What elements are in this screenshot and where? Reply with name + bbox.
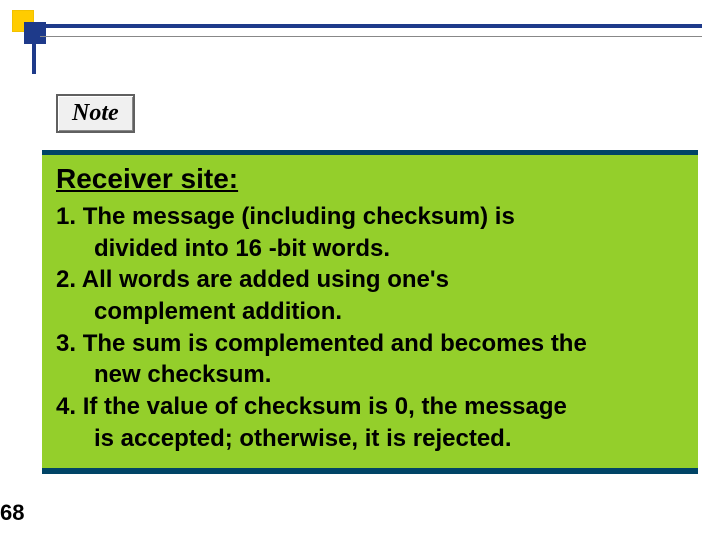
rule-tick: [32, 28, 36, 74]
rule-thick: [40, 24, 702, 28]
list-item: 1. The message (including checksum) is d…: [56, 201, 684, 264]
item-text-cont: new checksum.: [56, 359, 684, 391]
list-item: 3. The sum is complemented and becomes t…: [56, 328, 684, 391]
note-tab: Note: [56, 94, 135, 133]
item-number: 2.: [56, 266, 76, 293]
list-item: 4. If the value of checksum is 0, the me…: [56, 391, 684, 454]
note-label: Note: [72, 100, 119, 126]
slide: Note Receiver site: 1. The message (incl…: [0, 0, 720, 540]
item-text: The sum is complemented and becomes the: [83, 330, 587, 357]
item-number: 1.: [56, 203, 76, 230]
item-number: 3.: [56, 330, 76, 357]
item-text-cont: is accepted; otherwise, it is rejected.: [56, 423, 684, 455]
card-title: Receiver site:: [56, 163, 684, 195]
content-card: Receiver site: 1. The message (including…: [42, 150, 698, 474]
card-body: 1. The message (including checksum) is d…: [56, 201, 684, 454]
page-number: 68: [0, 500, 24, 526]
item-text-cont: complement addition.: [56, 296, 684, 328]
item-text: The message (including checksum) is: [83, 203, 515, 230]
list-item: 2. All words are added using one's compl…: [56, 264, 684, 327]
header-rule: [40, 24, 702, 48]
item-text: All words are added using one's: [82, 266, 449, 293]
item-number: 4.: [56, 393, 76, 420]
item-text-cont: divided into 16 -bit words.: [56, 233, 684, 265]
rule-thin: [40, 36, 702, 37]
item-text: If the value of checksum is 0, the messa…: [83, 393, 567, 420]
